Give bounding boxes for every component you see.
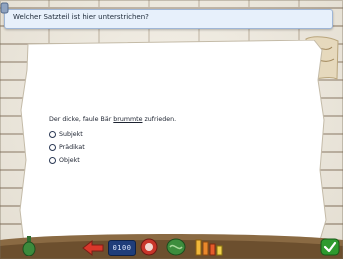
arrow-left-icon[interactable] [82, 240, 104, 256]
question-header: Welcher Satzteil ist hier unterstrichen? [4, 9, 333, 29]
checkmark-icon[interactable] [320, 238, 340, 256]
folder-icon[interactable] [194, 238, 224, 256]
radio-button[interactable] [49, 157, 56, 164]
sentence: Der dicke, faule Bär brummte zufrieden. [49, 116, 176, 123]
underlined-word: brummte [113, 116, 143, 123]
sentence-end: zufrieden. [142, 116, 177, 123]
option-praedikat[interactable]: Prädikat [49, 144, 85, 151]
red-circle-icon[interactable] [140, 238, 158, 256]
option-label: Prädikat [59, 144, 85, 151]
option-objekt[interactable]: Objekt [49, 157, 80, 164]
counter-value: 0100 [112, 244, 132, 252]
learning-app-window: Welcher Satzteil ist hier unterstrichen?… [0, 0, 343, 259]
option-label: Subjekt [59, 131, 83, 138]
radio-button[interactable] [49, 144, 56, 151]
option-subjekt[interactable]: Subjekt [49, 131, 83, 138]
bottle-icon[interactable] [22, 236, 36, 256]
option-label: Objekt [59, 157, 80, 164]
question-prompt: Welcher Satzteil ist hier unterstrichen? [13, 13, 149, 21]
sentence-start: Der dicke, faule Bär [49, 116, 114, 123]
green-globe-icon[interactable] [166, 238, 186, 256]
paper-sheet [19, 40, 327, 245]
radio-button[interactable] [49, 131, 56, 138]
counter-display: 0100 [108, 240, 136, 256]
corner-pin-icon [0, 2, 9, 14]
